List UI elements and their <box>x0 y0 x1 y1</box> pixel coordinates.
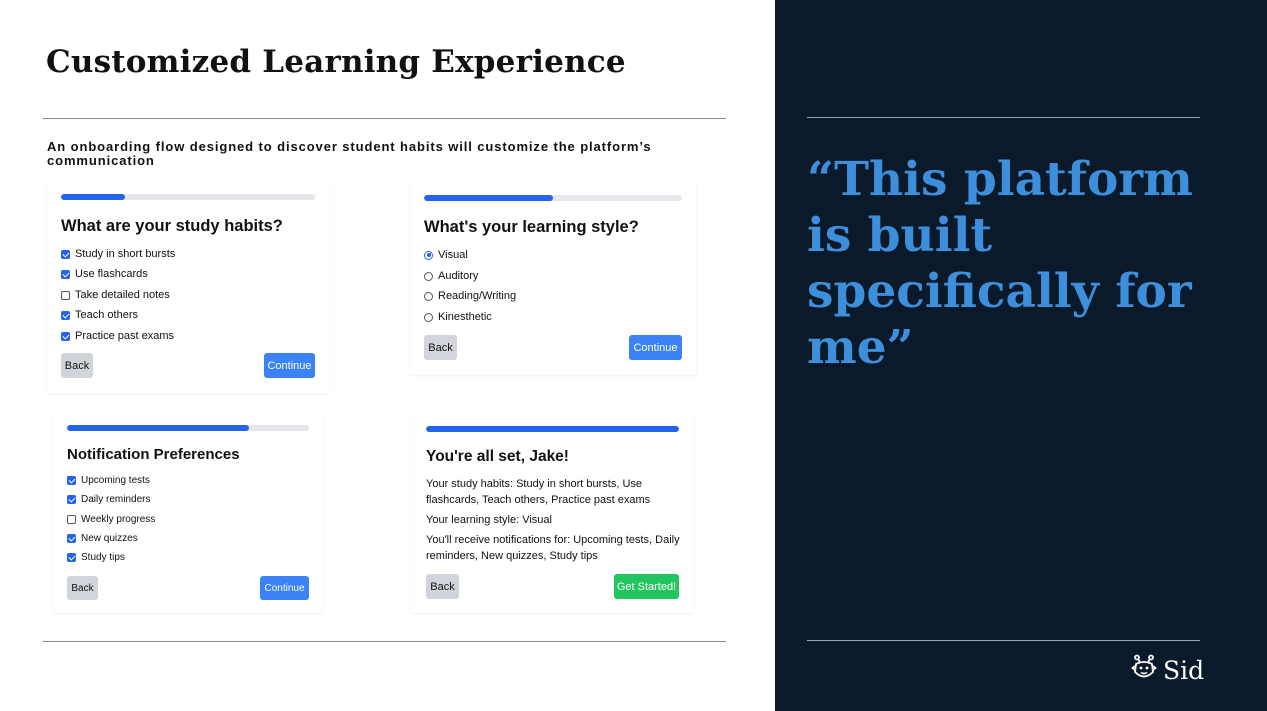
learning-style-progress <box>424 195 682 201</box>
continue-button[interactable]: Continue <box>629 335 682 360</box>
option-label: Weekly progress <box>81 514 156 525</box>
option-weekly-progress[interactable]: Weekly progress <box>67 514 155 525</box>
checkbox[interactable] <box>67 534 76 543</box>
learning-style-card: What's your learning style? Visual Audit… <box>410 183 696 375</box>
option-take-detailed-notes[interactable]: Take detailed notes <box>61 289 170 301</box>
slide-content: Customized Learning Experience An onboar… <box>0 0 775 711</box>
brand-logo: Sid <box>1131 654 1204 687</box>
back-button[interactable]: Back <box>67 576 98 600</box>
back-button[interactable]: Back <box>61 353 93 378</box>
checkbox[interactable] <box>67 515 76 524</box>
option-label: Teach others <box>75 309 138 321</box>
option-label: Take detailed notes <box>75 289 170 301</box>
progress-fill <box>424 195 553 201</box>
checkbox[interactable] <box>67 553 76 562</box>
option-label: Daily reminders <box>81 494 151 505</box>
notifications-progress <box>67 425 309 431</box>
option-study-in-short-bursts[interactable]: Study in short bursts <box>61 248 175 260</box>
slide-title: Customized Learning Experience <box>46 44 626 80</box>
option-study-tips[interactable]: Study tips <box>67 552 125 563</box>
checkbox[interactable] <box>61 249 70 259</box>
study-habits-progress <box>61 194 315 200</box>
learning-style-question: What's your learning style? <box>424 218 639 236</box>
option-label: Practice past exams <box>75 330 175 342</box>
option-label: New quizzes <box>81 533 138 544</box>
radio-button[interactable] <box>424 312 433 322</box>
checkbox[interactable] <box>61 290 70 300</box>
summary-heading: You're all set, Jake! <box>426 448 569 465</box>
checkbox[interactable] <box>61 331 70 341</box>
summary-card: You're all set, Jake! Your study habits:… <box>411 414 694 613</box>
notifications-question: Notification Preferences <box>67 446 240 463</box>
option-label: Upcoming tests <box>81 475 150 486</box>
notification-preferences-card: Notification Preferences Upcoming tests … <box>53 414 323 613</box>
option-label: Auditory <box>438 270 479 282</box>
continue-button[interactable]: Continue <box>264 353 315 378</box>
option-visual[interactable]: Visual <box>424 249 468 261</box>
checkbox[interactable] <box>67 495 76 504</box>
option-label: Study in short bursts <box>75 248 176 260</box>
option-daily-reminders[interactable]: Daily reminders <box>67 494 150 505</box>
option-use-flashcards[interactable]: Use flashcards <box>61 268 148 280</box>
checkbox[interactable] <box>67 476 76 485</box>
option-new-quizzes[interactable]: New quizzes <box>67 533 138 544</box>
option-kinesthetic[interactable]: Kinesthetic <box>424 311 492 323</box>
radio-button[interactable] <box>424 291 433 301</box>
testimonial-quote: “This platform is built specifically for… <box>807 152 1193 375</box>
summary-progress <box>426 426 679 432</box>
option-teach-others[interactable]: Teach others <box>61 309 138 321</box>
radio-button[interactable] <box>424 271 433 281</box>
bottom-divider <box>43 641 726 642</box>
summary-notifications: You'll receive notifications for: Upcomi… <box>426 534 680 562</box>
quote-top-divider <box>807 117 1200 118</box>
get-started-button[interactable]: Get Started! <box>614 574 679 599</box>
summary-study-habits: Your study habits: Study in short bursts… <box>426 478 651 506</box>
summary-learning-style: Your learning style: Visual <box>426 514 552 526</box>
continue-button[interactable]: Continue <box>260 576 309 600</box>
study-habits-card: What are your study habits? Study in sho… <box>47 183 330 393</box>
progress-fill <box>426 426 679 432</box>
option-upcoming-tests[interactable]: Upcoming tests <box>67 475 150 486</box>
progress-fill <box>61 194 125 200</box>
quote-bottom-divider <box>807 640 1200 641</box>
brand-name: Sid <box>1163 656 1205 685</box>
option-label: Use flashcards <box>75 268 148 280</box>
robot-face-icon <box>1131 654 1157 687</box>
top-divider <box>43 118 726 119</box>
option-practice-past-exams[interactable]: Practice past exams <box>61 330 174 342</box>
option-label: Reading/Writing <box>438 290 517 302</box>
option-label: Study tips <box>81 552 125 563</box>
back-button[interactable]: Back <box>426 574 459 599</box>
progress-fill <box>67 425 249 431</box>
radio-button[interactable] <box>424 250 433 260</box>
slide-subtitle: An onboarding flow designed to discover … <box>47 139 652 168</box>
option-reading-writing[interactable]: Reading/Writing <box>424 290 516 302</box>
option-label: Kinesthetic <box>438 311 492 323</box>
option-label: Visual <box>438 249 468 261</box>
back-button[interactable]: Back <box>424 335 457 360</box>
study-habits-question: What are your study habits? <box>61 217 283 235</box>
checkbox[interactable] <box>61 269 70 279</box>
option-auditory[interactable]: Auditory <box>424 270 478 282</box>
checkbox[interactable] <box>61 310 70 320</box>
